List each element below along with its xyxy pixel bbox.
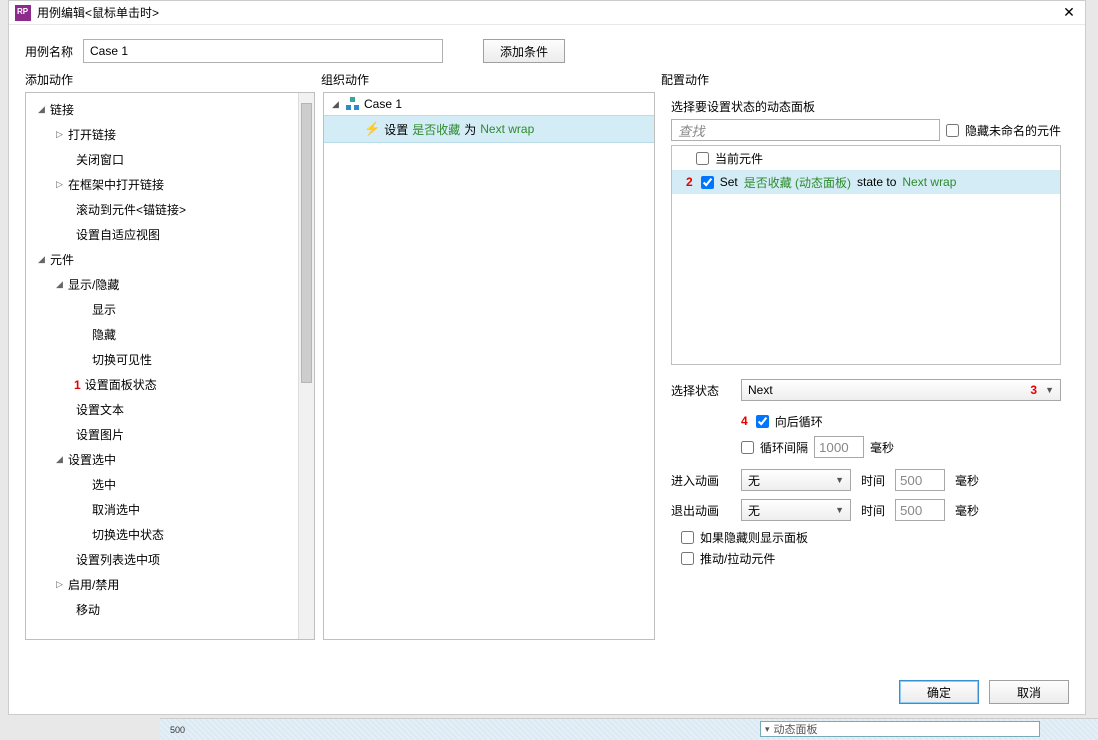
- item-value: Next wrap: [902, 175, 956, 189]
- tree-hide[interactable]: 隐藏: [26, 322, 314, 347]
- tree-open-link[interactable]: ▷打开链接: [26, 122, 314, 147]
- show-if-hidden-label: 如果隐藏则显示面板: [700, 529, 808, 546]
- time-out-input[interactable]: [895, 499, 945, 521]
- case-name: Case 1: [364, 97, 402, 111]
- chevron-down-icon: ▼: [835, 505, 844, 515]
- section-organize-action-label: 组织动作: [321, 71, 661, 88]
- tree-show[interactable]: 显示: [26, 297, 314, 322]
- close-icon[interactable]: ✕: [1059, 4, 1079, 21]
- panel-list: 当前元件 2 Set 是否收藏 (动态面板) state to Next wra…: [671, 145, 1061, 365]
- repeat-checkbox[interactable]: [741, 441, 754, 454]
- select-state-label: 选择状态: [671, 382, 731, 399]
- tree-set-list-sel[interactable]: 设置列表选中项: [26, 547, 314, 572]
- tree-toggle-vis[interactable]: 切换可见性: [26, 347, 314, 372]
- marker-4: 4: [741, 414, 748, 428]
- tree-enable-disable[interactable]: ▷启用/禁用: [26, 572, 314, 597]
- tree-set-text[interactable]: 设置文本: [26, 397, 314, 422]
- ms-out: 毫秒: [955, 502, 979, 519]
- hide-unnamed-label: 隐藏未命名的元件: [965, 122, 1061, 139]
- configure-action-panel: 选择要设置状态的动态面板 隐藏未命名的元件 当前元件 2 Set 是否收藏 (动…: [663, 92, 1069, 640]
- time-in-label: 时间: [861, 472, 885, 489]
- animate-out-label: 退出动画: [671, 502, 731, 519]
- repeat-label: 循环间隔: [760, 439, 808, 456]
- ms-in: 毫秒: [955, 472, 979, 489]
- tree-scroll-anchor[interactable]: 滚动到元件<锚链接>: [26, 197, 314, 222]
- action-target: 是否收藏: [412, 121, 460, 138]
- tree-open-in-frame[interactable]: ▷在框架中打开链接: [26, 172, 314, 197]
- marker-2: 2: [686, 175, 693, 189]
- add-action-panel: ◢链接 ▷打开链接 关闭窗口 ▷在框架中打开链接 滚动到元件<锚链接> 设置自适…: [25, 92, 315, 640]
- action-mid: 为: [464, 121, 476, 138]
- panel-item-checkbox[interactable]: [701, 176, 714, 189]
- show-if-hidden-checkbox[interactable]: [681, 531, 694, 544]
- select-panel-label: 选择要设置状态的动态面板: [671, 98, 1061, 115]
- section-configure-action-label: 配置动作: [661, 71, 709, 88]
- tree-select[interactable]: 选中: [26, 472, 314, 497]
- panel-item-row[interactable]: 2 Set 是否收藏 (动态面板) state to Next wrap: [672, 170, 1060, 194]
- repeat-interval-input[interactable]: [814, 436, 864, 458]
- repeat-ms: 毫秒: [870, 439, 894, 456]
- time-in-input[interactable]: [895, 469, 945, 491]
- tree-show-hide[interactable]: ◢显示/隐藏: [26, 272, 314, 297]
- current-widget-row[interactable]: 当前元件: [672, 146, 1060, 170]
- bolt-icon: ⚡: [364, 121, 380, 137]
- animate-out-dropdown[interactable]: 无▼: [741, 499, 851, 521]
- current-widget-label: 当前元件: [715, 150, 763, 167]
- cancel-button[interactable]: 取消: [989, 680, 1069, 704]
- tree-set-image[interactable]: 设置图片: [26, 422, 314, 447]
- section-add-action-label: 添加动作: [25, 71, 321, 88]
- organize-action-panel: ◢ Case 1 ⚡ 设置 是否收藏 为 Next wrap: [323, 92, 655, 640]
- time-out-label: 时间: [861, 502, 885, 519]
- chevron-down-icon: ▾: [765, 724, 770, 735]
- item-mid: state to: [857, 175, 896, 189]
- add-condition-button[interactable]: 添加条件: [483, 39, 565, 63]
- action-value: Next wrap: [480, 122, 534, 136]
- animate-in-dropdown[interactable]: 无▼: [741, 469, 851, 491]
- dialog-title: 用例编辑<鼠标单击时>: [37, 4, 1059, 21]
- use-case-name-label: 用例名称: [25, 43, 73, 60]
- action-prefix: 设置: [384, 121, 408, 138]
- tree-deselect[interactable]: 取消选中: [26, 497, 314, 522]
- tree-close-window[interactable]: 关闭窗口: [26, 147, 314, 172]
- chevron-down-icon: ▼: [835, 475, 844, 485]
- wrap-checkbox[interactable]: [756, 415, 769, 428]
- ruler-tick: 500: [170, 725, 185, 735]
- tree-set-panel-state[interactable]: 1设置面板状态: [26, 372, 314, 397]
- item-prefix: Set: [720, 175, 738, 189]
- dynamic-panel-widget[interactable]: ▾ 动态面板: [760, 721, 1040, 737]
- tree-toggle-selected[interactable]: 切换选中状态: [26, 522, 314, 547]
- search-input[interactable]: [671, 119, 940, 141]
- wrap-label: 向后循环: [775, 413, 823, 430]
- marker-3: 3: [1030, 383, 1037, 397]
- hide-unnamed-checkbox[interactable]: [946, 124, 959, 137]
- tree-link-group[interactable]: ◢链接: [26, 97, 314, 122]
- app-icon: [15, 5, 31, 21]
- titlebar: 用例编辑<鼠标单击时> ✕: [9, 1, 1085, 25]
- case-header[interactable]: ◢ Case 1: [324, 93, 654, 115]
- tree-widget-group[interactable]: ◢元件: [26, 247, 314, 272]
- tree-adaptive-view[interactable]: 设置自适应视图: [26, 222, 314, 247]
- select-state-dropdown[interactable]: Next 3 ▼: [741, 379, 1061, 401]
- animate-in-label: 进入动画: [671, 472, 731, 489]
- chevron-down-icon: ▼: [1045, 385, 1054, 395]
- dp-label: 动态面板: [774, 721, 818, 737]
- use-case-name-input[interactable]: [83, 39, 443, 63]
- push-pull-checkbox[interactable]: [681, 552, 694, 565]
- ok-button[interactable]: 确定: [899, 680, 979, 704]
- item-target: 是否收藏 (动态面板): [744, 174, 851, 191]
- select-state-value: Next: [748, 383, 773, 397]
- push-pull-label: 推动/拉动元件: [700, 550, 775, 567]
- scrollbar[interactable]: [298, 93, 314, 639]
- current-widget-checkbox[interactable]: [696, 152, 709, 165]
- case-icon: [346, 97, 360, 111]
- tree-move[interactable]: 移动: [26, 597, 314, 622]
- action-row[interactable]: ⚡ 设置 是否收藏 为 Next wrap: [324, 115, 654, 143]
- marker-1: 1: [74, 378, 81, 392]
- tree-set-selected[interactable]: ◢设置选中: [26, 447, 314, 472]
- canvas-area: 500 ▾ 动态面板: [160, 718, 1098, 740]
